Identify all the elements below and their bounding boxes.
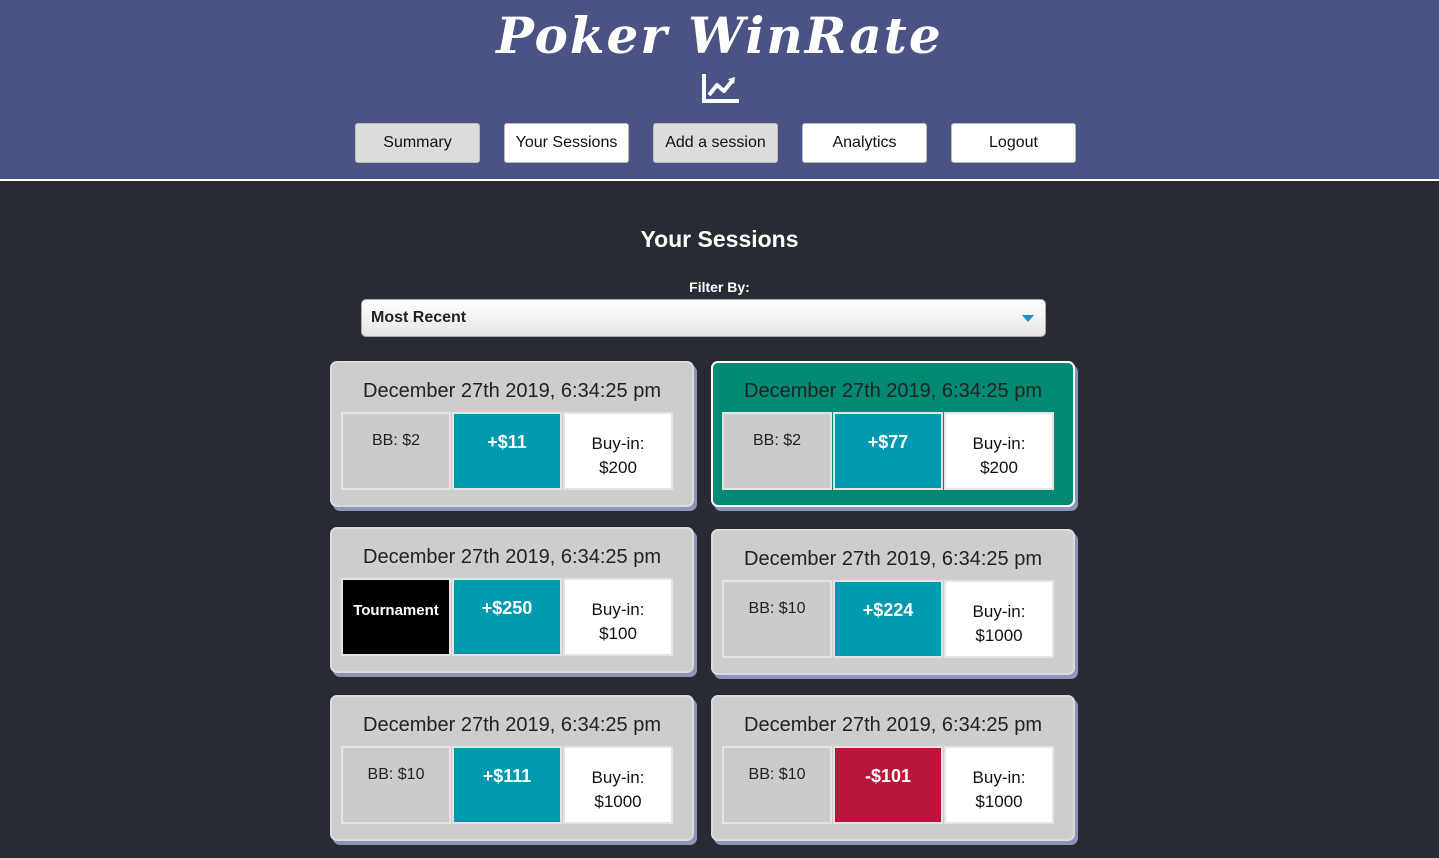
nav-add-session-button[interactable]: Add a session xyxy=(653,123,778,163)
buyin-label: Buy-in: xyxy=(972,434,1026,453)
session-profit: +$224 xyxy=(833,580,943,658)
nav-summary-button[interactable]: Summary xyxy=(355,123,480,163)
page-title: Your Sessions xyxy=(640,226,799,252)
session-big-blind: BB: $2 xyxy=(341,412,451,490)
buyin-value: $1000 xyxy=(594,792,642,811)
session-date: December 27th 2019, 6:34:25 pm xyxy=(744,714,1042,736)
session-buyin: Buy-in: $200 xyxy=(944,412,1054,490)
chart-line-icon xyxy=(702,74,739,103)
buyin-value: $200 xyxy=(599,458,637,477)
filter-selected-value: Most Recent xyxy=(371,309,467,326)
nav-logout-button[interactable]: Logout xyxy=(951,123,1076,163)
session-card[interactable]: December 27th 2019, 6:34:25 pm BB: $10 +… xyxy=(711,529,1075,675)
session-big-blind: BB: $2 xyxy=(722,412,832,490)
buyin-label: Buy-in: xyxy=(591,600,645,619)
filter-label: Filter By: xyxy=(689,279,750,295)
session-card-selected[interactable]: December 27th 2019, 6:34:25 pm BB: $2 +$… xyxy=(711,361,1075,507)
filter-select[interactable]: Most Recent xyxy=(361,299,1046,337)
buyin-label: Buy-in: xyxy=(972,602,1026,621)
session-profit: +$111 xyxy=(452,746,562,824)
session-buyin: Buy-in: $200 xyxy=(563,412,673,490)
buyin-value: $100 xyxy=(599,624,637,643)
chevron-down-icon xyxy=(1022,315,1034,322)
session-date: December 27th 2019, 6:34:25 pm xyxy=(363,546,661,568)
session-big-blind: BB: $10 xyxy=(341,746,451,824)
session-buyin: Buy-in: $100 xyxy=(563,578,673,656)
buyin-label: Buy-in: xyxy=(591,434,645,453)
session-profit: +$77 xyxy=(833,412,943,490)
main-nav: Summary Your Sessions Add a session Anal… xyxy=(0,123,1439,163)
session-date: December 27th 2019, 6:34:25 pm xyxy=(363,380,661,402)
session-card[interactable]: December 27th 2019, 6:34:25 pm Tournamen… xyxy=(330,527,694,673)
buyin-label: Buy-in: xyxy=(591,768,645,787)
buyin-value: $1000 xyxy=(975,792,1023,811)
session-card[interactable]: December 27th 2019, 6:34:25 pm BB: $10 -… xyxy=(711,695,1075,841)
buyin-label: Buy-in: xyxy=(972,768,1026,787)
buyin-value: $1000 xyxy=(975,626,1023,645)
session-profit: +$250 xyxy=(452,578,562,656)
session-date: December 27th 2019, 6:34:25 pm xyxy=(744,548,1042,570)
session-big-blind: BB: $10 xyxy=(722,746,832,824)
session-card[interactable]: December 27th 2019, 6:34:25 pm BB: $2 +$… xyxy=(330,361,694,507)
session-profit: +$11 xyxy=(452,412,562,490)
session-buyin: Buy-in: $1000 xyxy=(944,580,1054,658)
session-big-blind: BB: $10 xyxy=(722,580,832,658)
session-tournament-badge: Tournament xyxy=(341,578,451,656)
session-profit: -$101 xyxy=(833,746,943,824)
app-title: Poker WinRate xyxy=(496,6,943,65)
session-date: December 27th 2019, 6:34:25 pm xyxy=(363,714,661,736)
nav-your-sessions-button[interactable]: Your Sessions xyxy=(504,123,629,163)
session-date: December 27th 2019, 6:34:25 pm xyxy=(744,380,1042,402)
app-header: Poker WinRate Summary Your Sessions Add … xyxy=(0,0,1439,181)
session-card[interactable]: December 27th 2019, 6:34:25 pm BB: $10 +… xyxy=(330,695,694,841)
session-buyin: Buy-in: $1000 xyxy=(563,746,673,824)
session-buyin: Buy-in: $1000 xyxy=(944,746,1054,824)
buyin-value: $200 xyxy=(980,458,1018,477)
nav-analytics-button[interactable]: Analytics xyxy=(802,123,927,163)
